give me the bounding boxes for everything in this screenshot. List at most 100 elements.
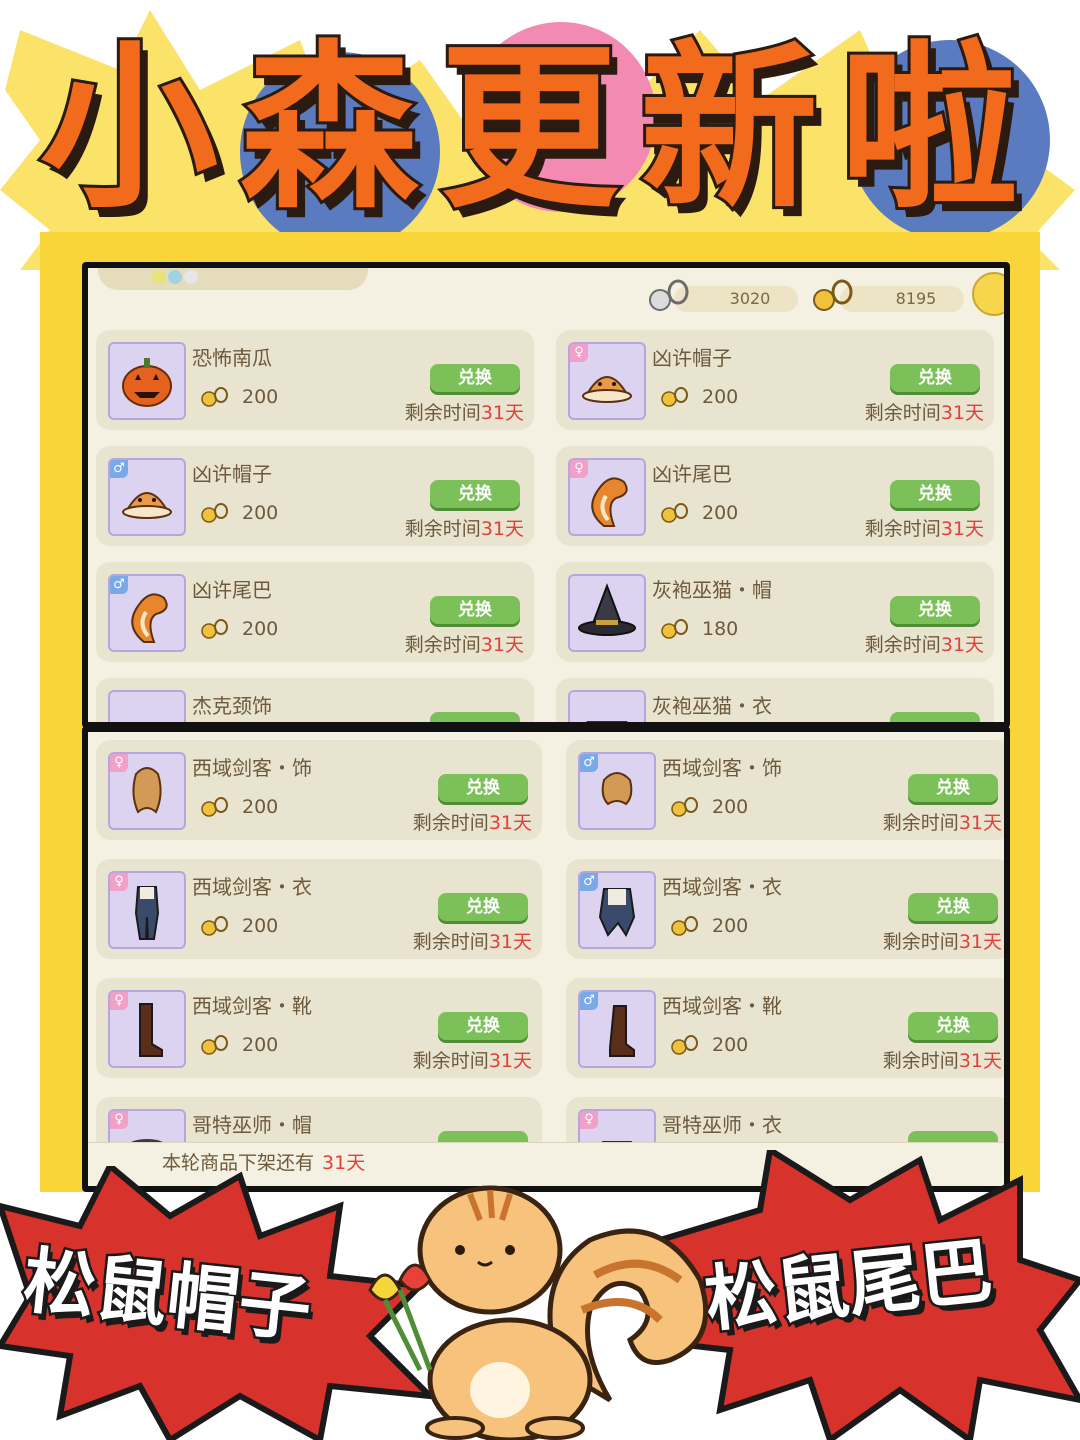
item-thumbnail[interactable]: ♀: [108, 990, 186, 1068]
item-name: 西域剑客・衣: [192, 875, 312, 899]
remaining-days: 31天: [488, 1050, 532, 1072]
item-thumbnail[interactable]: ♀: [568, 342, 646, 420]
item-thumbnail[interactable]: [108, 690, 186, 728]
item-thumbnail[interactable]: [568, 690, 646, 722]
item-thumbnail[interactable]: ♂: [578, 752, 656, 830]
shop-card-partial: 灰袍巫猫・衣: [556, 678, 994, 722]
silver-coin-icon: [649, 279, 689, 311]
exchange-button[interactable]: 兑换: [438, 774, 528, 802]
exchange-button[interactable]: 兑换: [438, 1012, 528, 1040]
exchange-button[interactable]: 兑换: [430, 480, 520, 508]
item-thumbnail[interactable]: ♀: [108, 871, 186, 949]
exchange-button[interactable]: 兑换: [908, 893, 998, 921]
item-name: 灰袍巫猫・帽: [652, 578, 772, 602]
item-name: 凶许尾巴: [652, 462, 732, 486]
remaining-days: 31天: [958, 931, 1002, 953]
remaining-time-label: 剩余时间: [412, 812, 489, 834]
item-thumbnail[interactable]: [568, 574, 646, 652]
remaining-time-label: 剩余时间: [864, 402, 941, 424]
shop-card: 灰袍巫猫・帽 180 兑换 剩余时间31天: [556, 562, 994, 662]
silver-currency-value: 3020: [729, 289, 771, 308]
remaining-time-label: 剩余时间: [404, 518, 481, 540]
remaining-days: 31天: [480, 402, 524, 424]
item-thumbnail[interactable]: ♂: [108, 574, 186, 652]
remaining-days: 31天: [958, 812, 1002, 834]
item-price: 200: [242, 915, 279, 937]
orb-icons: [152, 270, 212, 284]
male-icon: ♂: [110, 576, 128, 594]
item-thumbnail[interactable]: ♂: [578, 871, 656, 949]
add-currency-button[interactable]: [972, 272, 1004, 316]
exchange-button[interactable]: 兑换: [908, 774, 998, 802]
squirrel-mascot-icon: [368, 1185, 709, 1440]
shop-card: ♂ 西域剑客・靴 200 兑换 剩余时间31天: [566, 978, 1004, 1078]
witch-hat-icon: [578, 583, 636, 636]
remaining-time-label: 剩余时间: [412, 1050, 489, 1072]
exchange-button[interactable]: 兑换: [430, 364, 520, 392]
item-price: 200: [712, 1034, 749, 1056]
remaining-time: 剩余时间31天: [865, 398, 984, 425]
gold-coin-icon: [661, 619, 688, 639]
remaining-days: 31天: [488, 931, 532, 953]
shop-panel-top: 3020 8195 恐怖南瓜 200 兑换 剩余时间31天 ♀ 凶许帽子 200…: [82, 262, 1010, 728]
female-icon: ♀: [110, 992, 128, 1010]
gold-coin-icon: [671, 1035, 698, 1055]
item-name: 哥特巫师・衣: [662, 1113, 782, 1137]
item-price: 200: [702, 386, 739, 408]
male-icon: ♂: [110, 460, 128, 478]
shop-card: ♂ 凶许帽子 200 兑换 剩余时间31天: [96, 446, 534, 546]
neck-ornament-icon: [110, 692, 184, 728]
item-name: 杰克颈饰: [192, 694, 272, 718]
female-icon: ♀: [570, 460, 588, 478]
item-name: 西域剑客・饰: [662, 756, 782, 780]
item-thumbnail[interactable]: ♂: [108, 458, 186, 536]
male-icon: ♂: [580, 873, 598, 891]
item-name: 凶许尾巴: [192, 578, 272, 602]
remaining-time-label: 剩余时间: [412, 931, 489, 953]
item-price: 200: [712, 796, 749, 818]
title-char-4: 新: [637, 25, 821, 232]
title-char-3: 更: [437, 25, 621, 232]
remaining-time: 剩余时间31天: [413, 1046, 532, 1073]
exchange-button[interactable]: 兑换: [890, 364, 980, 392]
item-thumbnail[interactable]: ♀: [568, 458, 646, 536]
gold-currency-value: 8195: [895, 289, 937, 308]
item-thumbnail[interactable]: ♂: [578, 990, 656, 1068]
remaining-time-label: 剩余时间: [404, 634, 481, 656]
remaining-time: 剩余时间31天: [413, 808, 532, 835]
title-char-5: 啦: [837, 25, 1021, 232]
exchange-button[interactable]: 兑换: [890, 480, 980, 508]
gold-coin-icon: [201, 1035, 228, 1055]
item-thumbnail[interactable]: ♀: [108, 752, 186, 830]
item-name: 凶许帽子: [192, 462, 272, 486]
remaining-time: 剩余时间31天: [405, 630, 524, 657]
gold-coin-icon: [201, 916, 228, 936]
exchange-button[interactable]: 兑换: [430, 596, 520, 624]
gold-currency-box: 8195: [840, 286, 964, 312]
shop-card: ♂ 凶许尾巴 200 兑换 剩余时间31天: [96, 562, 534, 662]
remaining-time-label: 剩余时间: [864, 518, 941, 540]
item-name: 西域剑客・饰: [192, 756, 312, 780]
remaining-time-label: 剩余时间: [882, 812, 959, 834]
exchange-button[interactable]: 兑换: [908, 1012, 998, 1040]
item-price: 180: [702, 618, 739, 640]
item-price: 200: [702, 502, 739, 524]
title-char-2: 森: [237, 25, 421, 232]
item-price: 200: [242, 1034, 279, 1056]
exchange-button[interactable]: 兑换: [890, 596, 980, 624]
shop-card: ♀ 西域剑客・靴 200 兑换 剩余时间31天: [96, 978, 542, 1078]
shop-card: ♀ 西域剑客・饰 200 兑换 剩余时间31天: [96, 740, 542, 840]
exchange-button[interactable]: 兑换: [438, 893, 528, 921]
pumpkin-icon: [122, 358, 172, 407]
gold-coin-icon: [201, 797, 228, 817]
item-price: 200: [242, 618, 279, 640]
female-icon: ♀: [110, 873, 128, 891]
item-name: 西域剑客・靴: [662, 994, 782, 1018]
remaining-time: 剩余时间31天: [883, 927, 1002, 954]
shop-card: ♀ 西域剑客・衣 200 兑换 剩余时间31天: [96, 859, 542, 959]
item-thumbnail[interactable]: [108, 342, 186, 420]
item-price: 200: [242, 502, 279, 524]
male-icon: ♂: [580, 992, 598, 1010]
shop-card: ♂ 西域剑客・饰 200 兑换 剩余时间31天: [566, 740, 1004, 840]
item-name: 西域剑客・靴: [192, 994, 312, 1018]
